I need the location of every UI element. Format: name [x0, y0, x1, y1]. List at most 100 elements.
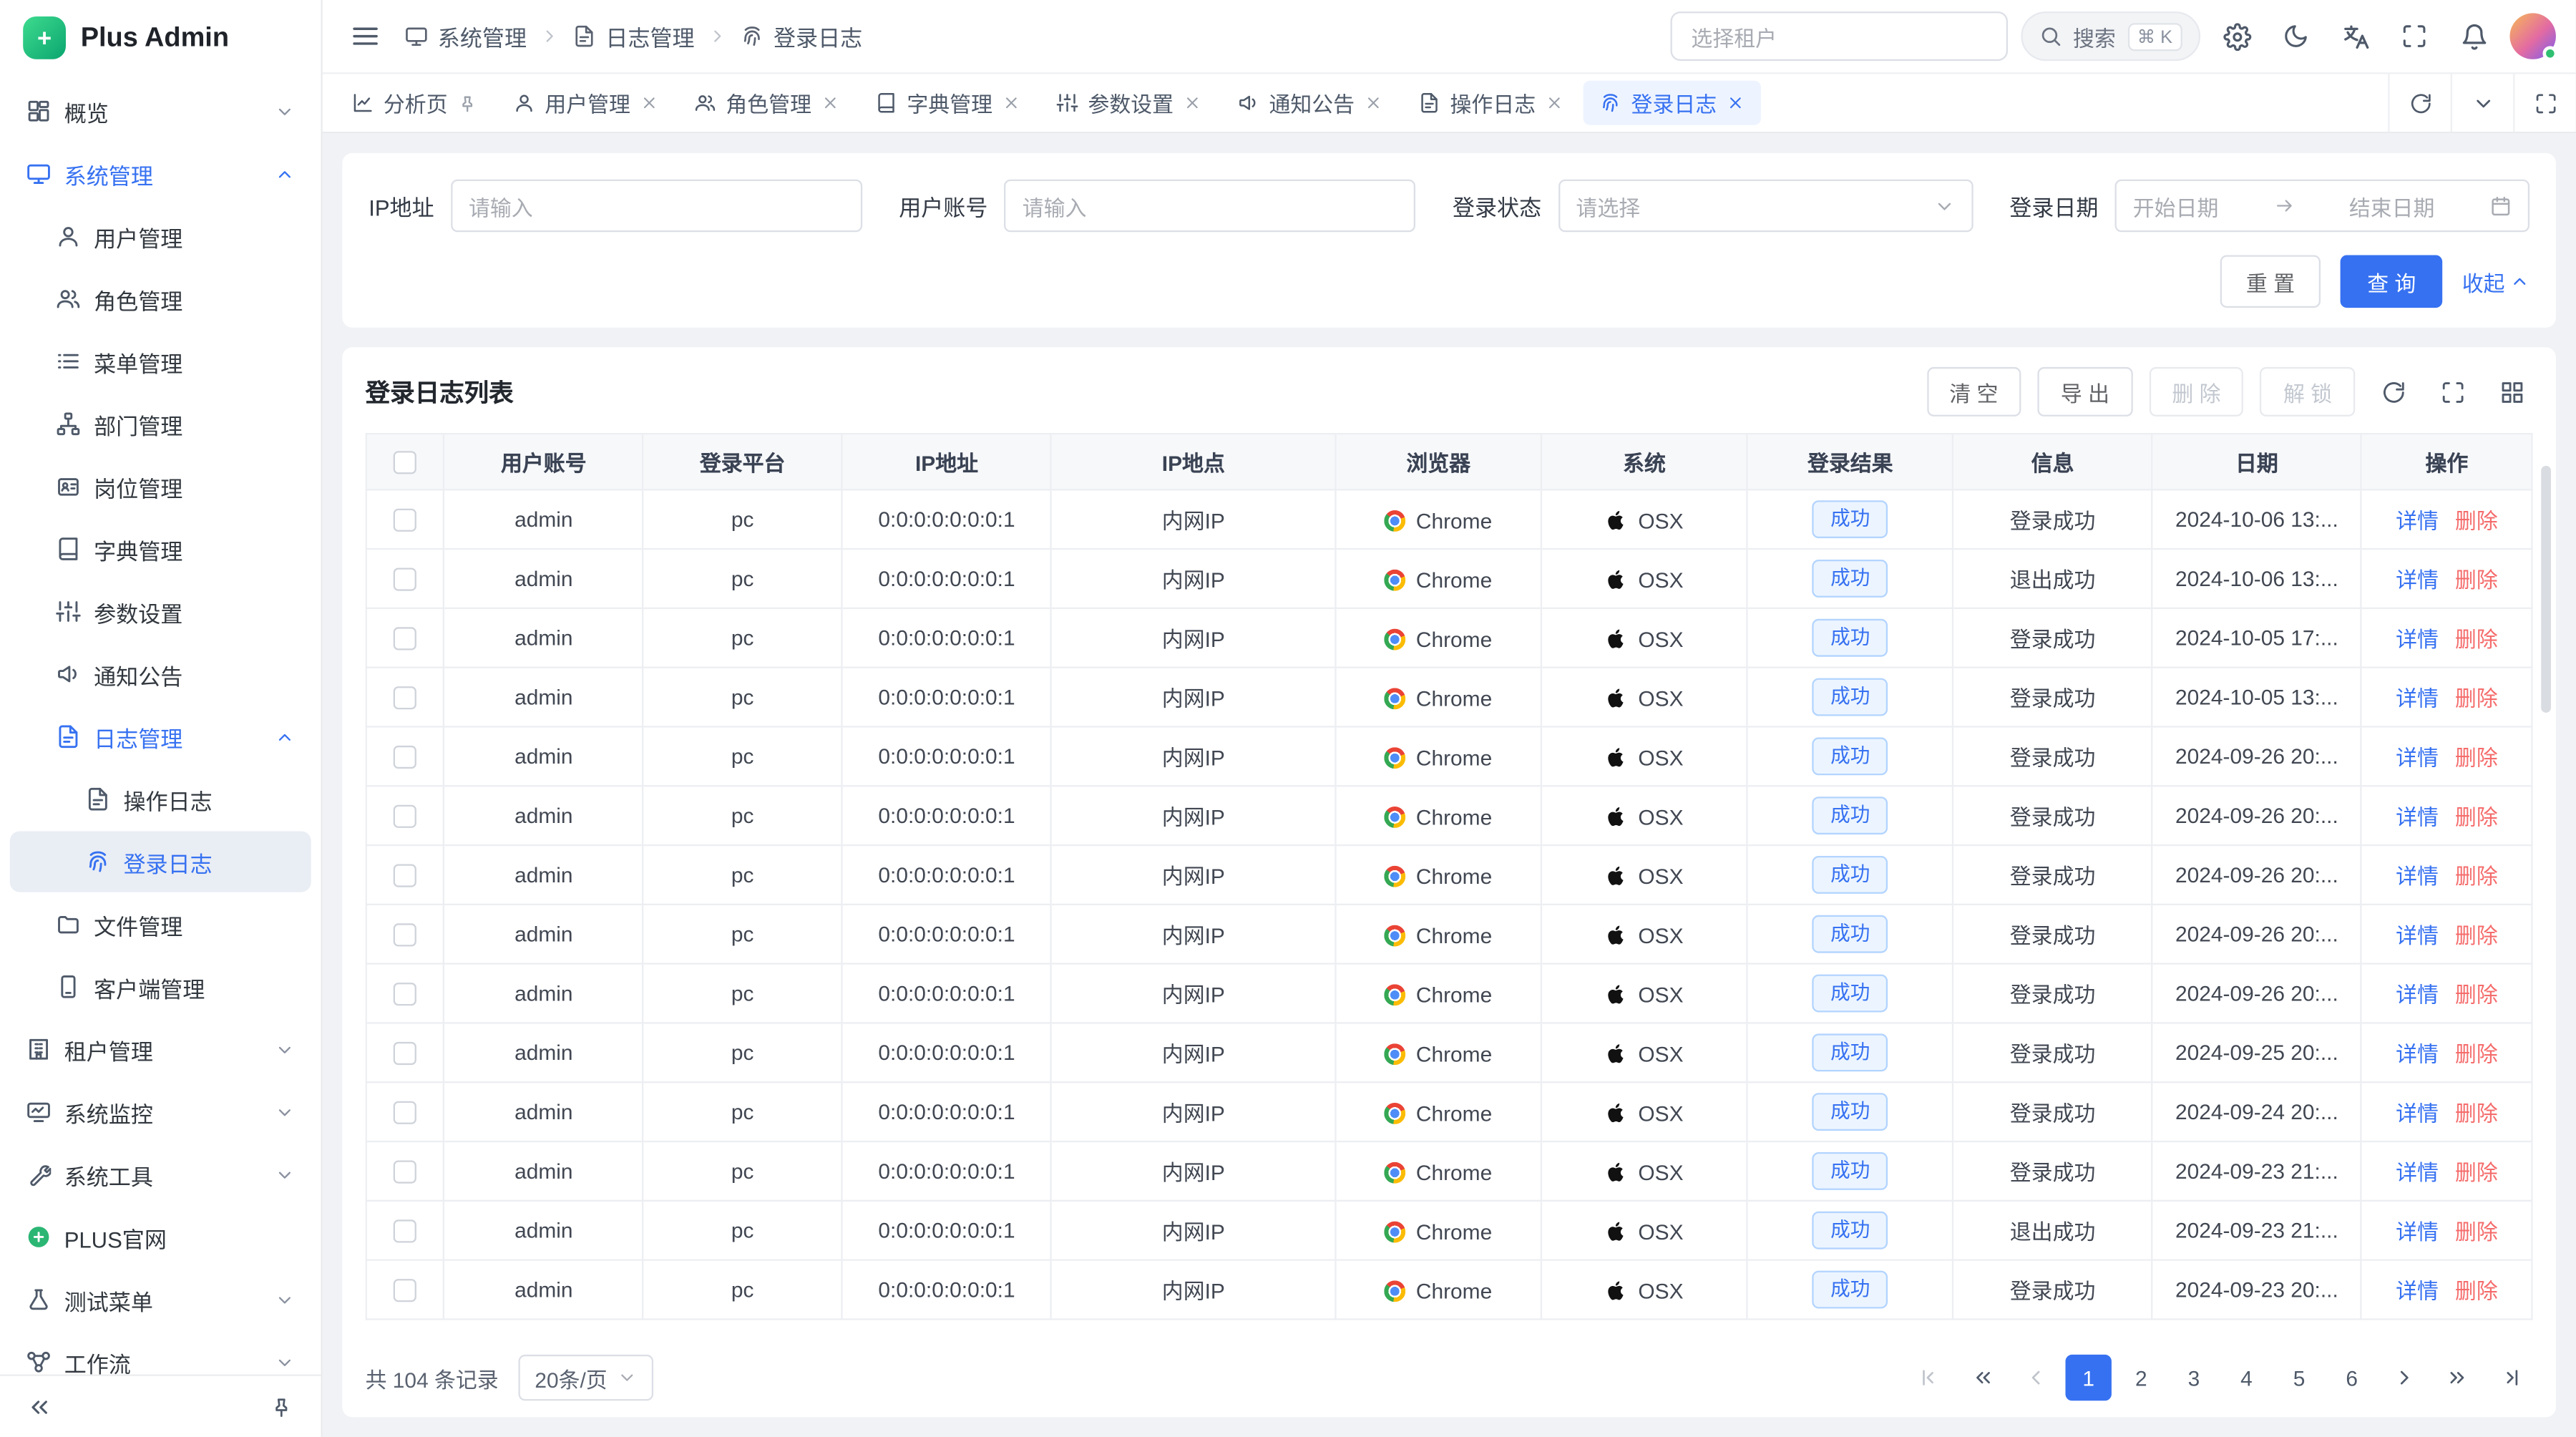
detail-link[interactable]: 详情 — [2396, 983, 2439, 1008]
sidebar-item-1[interactable]: 系统管理 — [10, 143, 311, 204]
tab-1[interactable]: 用户管理 — [497, 81, 675, 125]
table-scrollbar[interactable] — [2541, 466, 2551, 713]
detail-link[interactable]: 详情 — [2396, 1101, 2439, 1126]
collapse-filters-link[interactable]: 收起 — [2462, 266, 2529, 297]
sidebar-item-19[interactable]: 测试菜单 — [10, 1269, 311, 1330]
tab-3[interactable]: 字典管理 — [859, 81, 1037, 125]
column-settings-button[interactable] — [2490, 371, 2533, 414]
detail-link[interactable]: 详情 — [2396, 1160, 2439, 1185]
settings-icon[interactable] — [2214, 13, 2260, 59]
sidebar-item-17[interactable]: 系统工具 — [10, 1144, 311, 1205]
maximize-content-button[interactable] — [2513, 74, 2575, 132]
row-checkbox[interactable] — [394, 805, 416, 828]
delete-link[interactable]: 删除 — [2455, 746, 2498, 771]
column-header-2[interactable]: IP地址 — [842, 434, 1052, 489]
page-button-4[interactable]: 4 — [2223, 1355, 2269, 1401]
close-tab-icon[interactable] — [1546, 94, 1563, 112]
sidebar-item-12[interactable]: 登录日志 — [10, 832, 311, 892]
column-header-0[interactable]: 用户账号 — [444, 434, 643, 489]
tabs-menu-button[interactable] — [2451, 74, 2513, 132]
detail-link[interactable]: 详情 — [2396, 627, 2439, 652]
prev-ten-button[interactable] — [1960, 1355, 2006, 1401]
row-checkbox[interactable] — [394, 628, 416, 651]
sidebar-item-10[interactable]: 日志管理 — [10, 706, 311, 767]
row-checkbox[interactable] — [394, 687, 416, 710]
detail-link[interactable]: 详情 — [2396, 864, 2439, 889]
breadcrumb-item-2[interactable]: 登录日志 — [741, 20, 862, 53]
tenant-select[interactable]: 选择租户 — [1670, 11, 2008, 61]
avatar[interactable] — [2510, 13, 2556, 59]
sidebar-item-15[interactable]: 租户管理 — [10, 1019, 311, 1080]
sidebar-item-20[interactable]: 工作流 — [10, 1332, 311, 1375]
first-page-button[interactable] — [1908, 1355, 1953, 1401]
tab-0[interactable]: 分析页 — [336, 81, 494, 125]
row-checkbox[interactable] — [394, 1043, 416, 1066]
toolbar-button-3[interactable]: 解 锁 — [2260, 367, 2356, 417]
sidebar-item-3[interactable]: 角色管理 — [10, 268, 311, 329]
sidebar-item-11[interactable]: 操作日志 — [10, 769, 311, 829]
sidebar-item-6[interactable]: 岗位管理 — [10, 456, 311, 517]
delete-link[interactable]: 删除 — [2455, 1279, 2498, 1304]
bell-icon[interactable] — [2451, 13, 2497, 59]
breadcrumb-item-1[interactable]: 日志管理 — [572, 20, 694, 53]
dark-mode-icon[interactable] — [2273, 13, 2318, 59]
delete-link[interactable]: 删除 — [2455, 923, 2498, 948]
detail-link[interactable]: 详情 — [2396, 568, 2439, 593]
column-header-9[interactable]: 操作 — [2361, 434, 2532, 489]
delete-link[interactable]: 删除 — [2455, 568, 2498, 593]
detail-link[interactable]: 详情 — [2396, 686, 2439, 711]
next-page-button[interactable] — [2381, 1355, 2427, 1401]
date-range-input[interactable]: 开始日期结束日期 — [2114, 180, 2529, 233]
pin-icon[interactable] — [457, 93, 477, 113]
detail-link[interactable]: 详情 — [2396, 746, 2439, 771]
pin-sidebar-button[interactable] — [258, 1383, 304, 1429]
tab-5[interactable]: 通知公告 — [1221, 81, 1399, 125]
sidebar-item-2[interactable]: 用户管理 — [10, 206, 311, 267]
delete-link[interactable]: 删除 — [2455, 1160, 2498, 1185]
delete-link[interactable]: 删除 — [2455, 1219, 2498, 1244]
sidebar-item-7[interactable]: 字典管理 — [10, 519, 311, 580]
delete-link[interactable]: 删除 — [2455, 983, 2498, 1008]
toolbar-button-1[interactable]: 导 出 — [2038, 367, 2133, 417]
refresh-table-button[interactable] — [2371, 371, 2414, 414]
delete-link[interactable]: 删除 — [2455, 686, 2498, 711]
fullscreen-table-button[interactable] — [2431, 371, 2474, 414]
close-tab-icon[interactable] — [1727, 94, 1745, 112]
tab-4[interactable]: 参数设置 — [1040, 81, 1218, 125]
page-button-5[interactable]: 5 — [2276, 1355, 2322, 1401]
row-checkbox[interactable] — [394, 864, 416, 887]
tab-6[interactable]: 操作日志 — [1402, 81, 1580, 125]
page-button-6[interactable]: 6 — [2329, 1355, 2375, 1401]
delete-link[interactable]: 删除 — [2455, 864, 2498, 889]
column-header-3[interactable]: IP地点 — [1051, 434, 1335, 489]
last-page-button[interactable] — [2487, 1355, 2532, 1401]
global-search[interactable]: 搜索 ⌘ K — [2020, 11, 2200, 61]
sidebar-item-8[interactable]: 参数设置 — [10, 581, 311, 642]
filter-select[interactable]: 请选择 — [1558, 180, 1973, 233]
detail-link[interactable]: 详情 — [2396, 805, 2439, 830]
detail-link[interactable]: 详情 — [2396, 509, 2439, 534]
close-tab-icon[interactable] — [1365, 94, 1382, 112]
detail-link[interactable]: 详情 — [2396, 923, 2439, 948]
column-header-4[interactable]: 浏览器 — [1335, 434, 1541, 489]
collapse-sidebar-button[interactable] — [16, 1383, 62, 1429]
sidebar-item-18[interactable]: PLUS官网 — [10, 1207, 311, 1267]
detail-link[interactable]: 详情 — [2396, 1042, 2439, 1067]
tab-2[interactable]: 角色管理 — [678, 81, 856, 125]
row-checkbox[interactable] — [394, 1220, 416, 1243]
app-logo[interactable]: + Plus Admin — [0, 0, 321, 76]
toolbar-button-2[interactable]: 删 除 — [2149, 367, 2244, 417]
close-tab-icon[interactable] — [1002, 94, 1020, 112]
page-size-select[interactable]: 20条/页 — [518, 1355, 653, 1401]
detail-link[interactable]: 详情 — [2396, 1279, 2439, 1304]
column-header-7[interactable]: 信息 — [1953, 434, 2152, 489]
row-checkbox[interactable] — [394, 1280, 416, 1302]
row-checkbox[interactable] — [394, 1101, 416, 1124]
column-header-1[interactable]: 登录平台 — [643, 434, 842, 489]
next-ten-button[interactable] — [2434, 1355, 2480, 1401]
close-tab-icon[interactable] — [640, 94, 658, 112]
row-checkbox[interactable] — [394, 509, 416, 532]
delete-link[interactable]: 删除 — [2455, 1042, 2498, 1067]
sidebar-item-5[interactable]: 部门管理 — [10, 394, 311, 454]
close-tab-icon[interactable] — [1184, 94, 1201, 112]
